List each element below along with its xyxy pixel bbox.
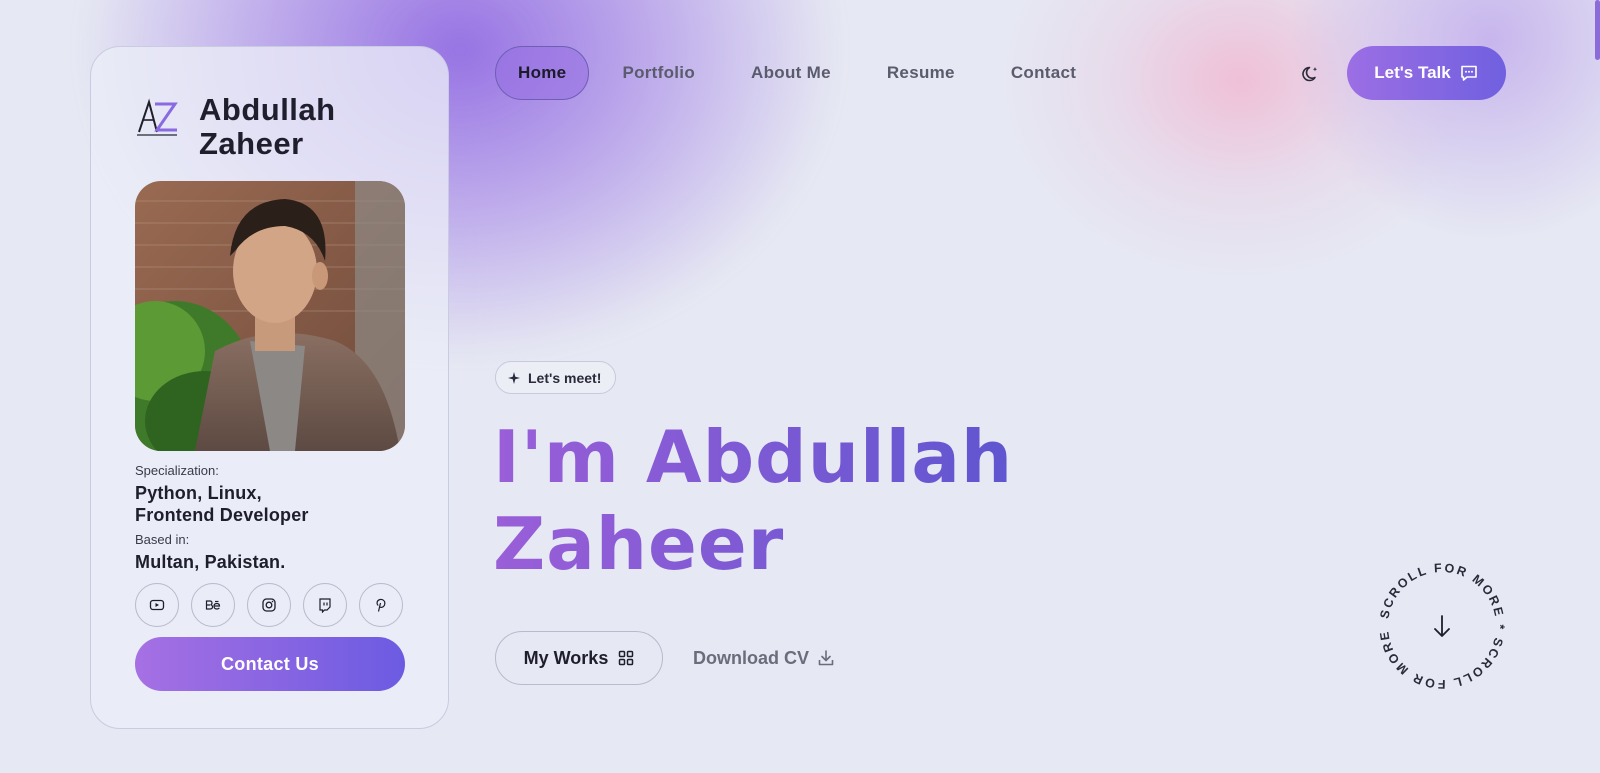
specialization-label: Specialization: bbox=[135, 463, 219, 478]
chat-icon bbox=[1460, 65, 1477, 81]
youtube-link[interactable] bbox=[135, 583, 179, 627]
my-works-button[interactable]: My Works bbox=[495, 631, 663, 685]
my-works-label: My Works bbox=[523, 647, 609, 668]
headline-line-1: I'm Abdullah bbox=[493, 415, 1014, 499]
download-cv-link[interactable]: Download CV bbox=[693, 631, 835, 685]
lets-meet-badge: Let's meet! bbox=[495, 361, 617, 394]
sparkle-icon bbox=[508, 371, 520, 384]
pinterest-link[interactable] bbox=[359, 583, 403, 627]
based-value: Multan, Pakistan. bbox=[135, 552, 286, 572]
contact-us-button[interactable]: Contact Us bbox=[135, 637, 405, 691]
lets-talk-label: Let's Talk bbox=[1374, 63, 1451, 82]
instagram-icon bbox=[262, 598, 276, 612]
behance-icon bbox=[205, 600, 221, 610]
specialization-value: Python, Linux, Frontend Developer bbox=[135, 483, 309, 525]
headline-line-2: Zaheer bbox=[493, 502, 785, 586]
theme-toggle-button[interactable] bbox=[1297, 60, 1325, 88]
behance-link[interactable] bbox=[191, 583, 235, 627]
scroll-for-more-button[interactable]: SCROLL FOR MORE * SCROLL FOR MORE * bbox=[1368, 545, 1512, 696]
page-scrollbar[interactable] bbox=[1595, 0, 1600, 60]
youtube-icon bbox=[149, 599, 165, 611]
brand-logo bbox=[135, 98, 179, 138]
arrow-down-icon bbox=[1434, 615, 1450, 637]
instagram-link[interactable] bbox=[247, 583, 291, 627]
brand[interactable]: Abdullah Zaheer bbox=[135, 93, 404, 161]
twitch-icon bbox=[319, 598, 331, 613]
twitch-link[interactable] bbox=[303, 583, 347, 627]
grid-icon bbox=[619, 650, 634, 666]
social-links bbox=[135, 583, 404, 627]
nav-item-contact[interactable]: Contact bbox=[988, 46, 1099, 100]
nav-item-about-me[interactable]: About Me bbox=[728, 46, 854, 100]
lets-talk-button[interactable]: Let's Talk bbox=[1347, 46, 1506, 100]
profile-card: Abdullah Zaheer Specialization: Python, … bbox=[90, 46, 449, 729]
badge-label: Let's meet! bbox=[528, 369, 602, 386]
brand-name: Abdullah Zaheer bbox=[199, 92, 336, 161]
nav-item-resume[interactable]: Resume bbox=[864, 46, 978, 100]
pinterest-icon bbox=[376, 598, 386, 612]
nav-item-home[interactable]: Home bbox=[495, 46, 590, 100]
based-label: Based in: bbox=[135, 532, 190, 547]
download-icon bbox=[818, 650, 834, 666]
moon-icon bbox=[1302, 66, 1318, 82]
main-nav: Home Portfolio About Me Resume Contact bbox=[495, 46, 1109, 100]
hero-headline: I'm Abdullah Zaheer bbox=[493, 414, 1053, 588]
nav-item-portfolio[interactable]: Portfolio bbox=[599, 46, 718, 100]
profile-photo bbox=[135, 181, 405, 451]
scroll-circle-text: SCROLL FOR MORE * SCROLL FOR MORE * bbox=[1372, 556, 1507, 691]
download-cv-label: Download CV bbox=[693, 647, 809, 668]
